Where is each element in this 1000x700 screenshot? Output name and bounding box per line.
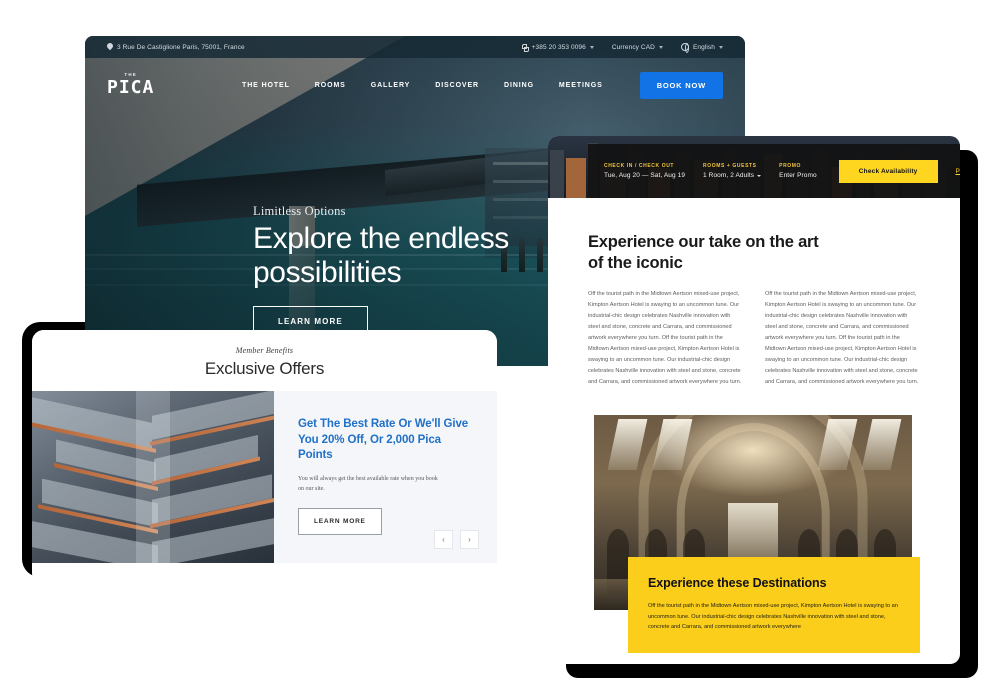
phone-icon (521, 43, 529, 52)
hero-language-text: English (692, 43, 715, 51)
hero-headline: Explore the endless possibilities (253, 222, 509, 289)
exclusive-offers-window: Member Benefits Exclusive Offers Get The… (32, 330, 497, 585)
promo-value: Enter Promo (779, 172, 817, 179)
package-booking-link[interactable]: Package Booking (956, 168, 960, 175)
hero-phone-chip[interactable]: +385 20 353 0096 (521, 43, 594, 52)
location-pin-icon (107, 43, 113, 51)
booking-bar: CHECK IN / CHECK OUT Tue, Aug 20 — Sat, … (588, 144, 960, 198)
carousel-prev-button[interactable]: ‹ (434, 530, 453, 549)
hero-copy-block: Limitless Options Explore the endless po… (253, 204, 583, 337)
hero-address-text: 3 Rue De Castiglione Paris, 75001, Franc… (117, 43, 245, 51)
nav-item-the-hotel[interactable]: THE HOTEL (242, 82, 290, 89)
experience-paragraph-left: Off the tourist path in the Midtown Aert… (588, 291, 742, 385)
destinations-figure: Experience these Destinations Off the to… (594, 415, 920, 654)
hotel-logo[interactable]: THE PICA (107, 73, 154, 97)
globe-icon (680, 43, 689, 53)
hero-currency-selector[interactable]: Currency CAD (612, 44, 663, 51)
hero-navbar: THE PICA THE HOTEL ROOMS GALLERY DISCOVE… (85, 58, 745, 112)
promo-field[interactable]: PROMO Enter Promo (779, 163, 817, 179)
hero-address: 3 Rue De Castiglione Paris, 75001, Franc… (107, 43, 245, 51)
experience-text-columns: Off the tourist path in the Midtown Aert… (588, 289, 920, 387)
nav-item-meetings[interactable]: MEETINGS (559, 82, 603, 89)
logo-name-text: PICA (107, 76, 155, 98)
experience-paragraph-right: Off the tourist path in the Midtown Aert… (765, 291, 919, 385)
experience-page-window: CHECK IN / CHECK OUT Tue, Aug 20 — Sat, … (548, 136, 960, 664)
rooms-guests-label: ROOMS + GUESTS (703, 163, 757, 169)
experience-hero-strip: CHECK IN / CHECK OUT Tue, Aug 20 — Sat, … (548, 136, 960, 198)
chevron-down-icon (589, 45, 594, 49)
rooms-guests-field[interactable]: ROOMS + GUESTS 1 Room, 2 Adults (703, 163, 762, 179)
hero-eyebrow: Limitless Options (253, 204, 346, 218)
checkin-value: Tue, Aug 20 — Sat, Aug 19 (604, 172, 686, 179)
hero-currency-text: Currency CAD (611, 43, 655, 51)
rooms-guests-value: 1 Room, 2 Adults (703, 172, 762, 179)
cathedral-skylight (862, 419, 902, 470)
checkin-label: CHECK IN / CHECK OUT (604, 163, 675, 169)
nav-item-rooms[interactable]: ROOMS (315, 82, 346, 89)
cathedral-skylight (607, 419, 648, 470)
nav-item-gallery[interactable]: GALLERY (371, 82, 411, 89)
experience-title: Experience our take on the art of the ic… (588, 233, 819, 272)
offers-copy: Get The Best Rate Or We'll Give You 20% … (274, 391, 497, 563)
checkin-checkout-field[interactable]: CHECK IN / CHECK OUT Tue, Aug 20 — Sat, … (604, 163, 685, 179)
hero-nav-links: THE HOTEL ROOMS GALLERY DISCOVER DINING … (242, 71, 723, 99)
offer-description: You will always get the best available r… (298, 475, 438, 492)
mockup-stage: 3 Rue De Castiglione Paris, 75001, Franc… (0, 0, 1000, 700)
offers-body: Get The Best Rate Or We'll Give You 20% … (32, 391, 497, 563)
experience-content: Experience our take on the art of the ic… (548, 198, 960, 388)
destinations-card: Experience these Destinations Off the to… (628, 557, 920, 654)
check-availability-button[interactable]: Check Availability (838, 159, 938, 183)
offers-title: Exclusive Offers (204, 359, 325, 378)
destinations-card-title: Experience these Destinations (648, 576, 827, 591)
offers-carousel-controls: ‹ › (434, 530, 479, 549)
offers-eyebrow: Member Benefits (235, 346, 294, 355)
promo-label: PROMO (779, 163, 802, 169)
vessel-staircase-photo (32, 391, 274, 563)
hero-language-selector[interactable]: English (680, 43, 723, 53)
offers-header: Member Benefits Exclusive Offers (32, 330, 497, 391)
book-now-button[interactable]: BOOK NOW (639, 71, 723, 99)
chevron-down-icon (719, 45, 723, 49)
nav-item-dining[interactable]: DINING (504, 82, 534, 89)
nav-item-discover[interactable]: DISCOVER (435, 82, 479, 89)
chevron-down-icon (658, 45, 663, 49)
chevron-down-icon (757, 175, 762, 177)
hero-utility-bar: 3 Rue De Castiglione Paris, 75001, Franc… (85, 36, 745, 58)
offer-heading: Get The Best Rate Or We'll Give You 20% … (298, 418, 469, 462)
offer-learn-more-button[interactable]: LEARN MORE (298, 507, 382, 535)
destinations-card-body: Off the tourist path in the Midtown Aert… (648, 602, 898, 631)
carousel-next-button[interactable]: › (460, 530, 479, 549)
hero-phone-text: +385 20 353 0096 (531, 43, 586, 51)
